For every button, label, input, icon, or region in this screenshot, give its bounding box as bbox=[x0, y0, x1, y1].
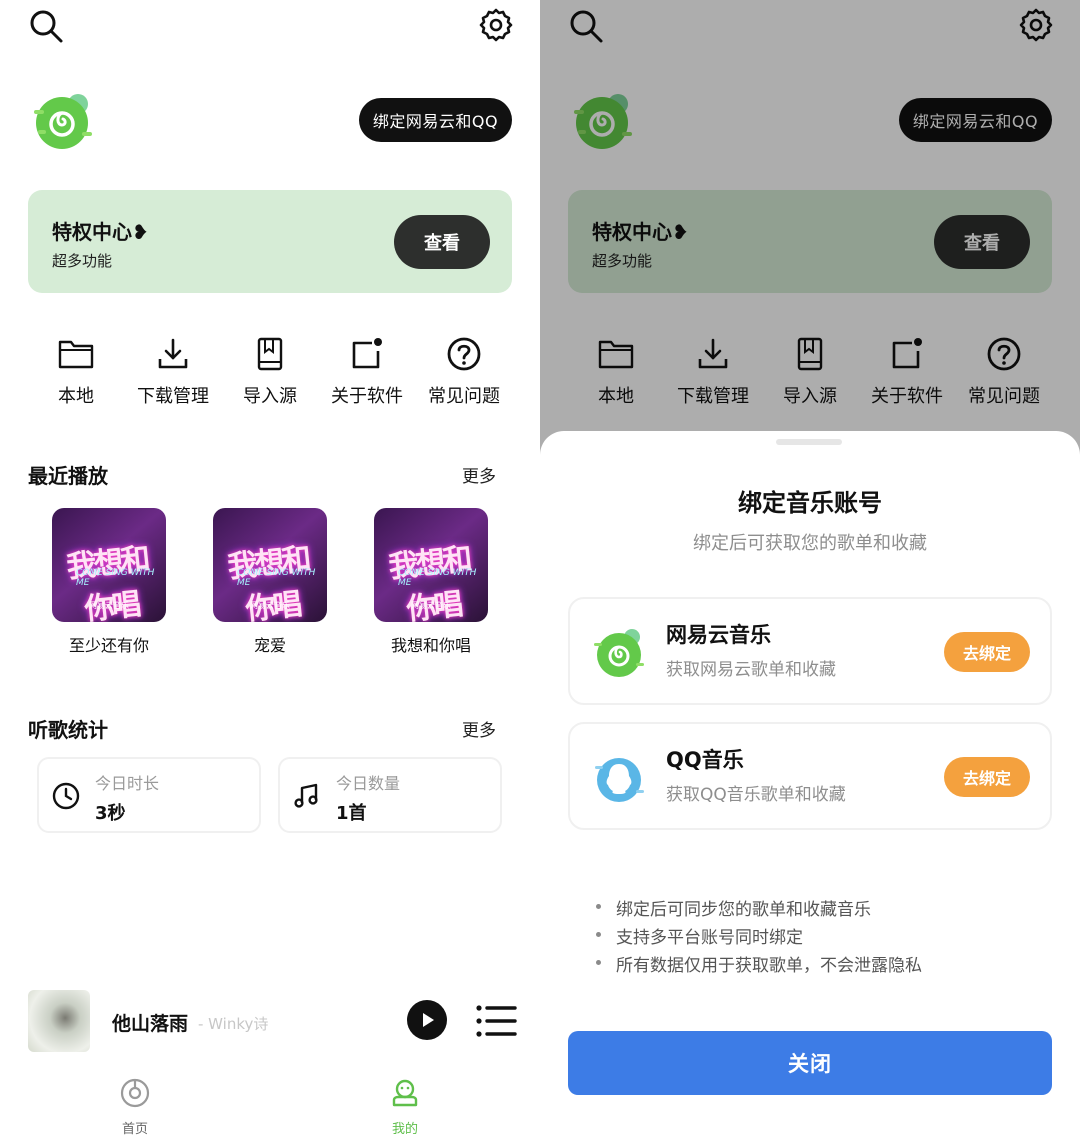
close-button[interactable]: 关闭 bbox=[568, 1031, 1052, 1095]
recent-album-card[interactable]: 我想和你唱 COME SING WITH ME 网易云音乐 至少还有你 bbox=[52, 508, 166, 658]
bind-account-screen: 绑定网易云和QQ 特权中心❥ 超多功能 查看 本地 下载管理 导入源 关于软件 … bbox=[540, 0, 1080, 1137]
now-playing-artist: - Winky诗 bbox=[198, 1015, 269, 1033]
quick-action-about[interactable]: 关于软件 bbox=[319, 330, 415, 420]
note-text: 支持多平台账号同时绑定 bbox=[616, 928, 803, 948]
cover-brand: 网易云音乐 bbox=[89, 601, 129, 610]
sheet-drag-handle[interactable] bbox=[776, 439, 842, 445]
playlist-icon[interactable] bbox=[474, 1001, 518, 1041]
album-name: 至少还有你 bbox=[68, 636, 149, 655]
view-privilege-button[interactable]: 查看 bbox=[394, 215, 490, 269]
account-desc: 获取网易云歌单和收藏 bbox=[666, 660, 836, 680]
folder-icon bbox=[56, 334, 96, 374]
tab-label: 首页 bbox=[121, 1122, 148, 1137]
sheet-subtitle: 绑定后可获取您的歌单和收藏 bbox=[693, 533, 927, 554]
now-playing-artwork bbox=[28, 990, 90, 1052]
album-name: 我想和你唱 bbox=[390, 636, 471, 655]
bind-account-sheet: 绑定音乐账号 绑定后可获取您的歌单和收藏 网易云音乐 获取网易云歌单和收藏 去绑… bbox=[540, 431, 1080, 1137]
profile-screen: 绑定网易云和QQ 特权中心❥ 超多功能 查看 本地 下载管理 导入源 关于软件 … bbox=[0, 0, 540, 1137]
stat-card-count: 今日数量 1首 bbox=[278, 757, 502, 833]
quick-actions: 本地 下载管理 导入源 关于软件 常见问题 bbox=[28, 330, 512, 420]
account-row-qq: QQ音乐 获取QQ音乐歌单和收藏 去绑定 bbox=[568, 722, 1052, 830]
quick-action-label: 导入源 bbox=[243, 386, 297, 407]
help-icon bbox=[444, 334, 484, 374]
bottom-tab-bar: 首页 我的 bbox=[0, 1068, 540, 1137]
privilege-subtitle: 超多功能 bbox=[52, 252, 113, 270]
stat-card-duration: 今日时长 3秒 bbox=[37, 757, 261, 833]
recent-played-title: 最近播放 bbox=[28, 464, 108, 488]
app-logo-icon bbox=[30, 92, 94, 152]
sheet-title: 绑定音乐账号 bbox=[738, 489, 882, 517]
qq-icon bbox=[592, 752, 646, 806]
gear-icon[interactable] bbox=[476, 5, 516, 45]
app-info-icon bbox=[347, 334, 387, 374]
stat-label: 今日时长 bbox=[95, 774, 160, 793]
netease-icon bbox=[592, 627, 646, 681]
quick-action-label: 本地 bbox=[58, 386, 94, 407]
cover-subtitle: COME SING WITH ME bbox=[237, 568, 316, 588]
account-row-netease: 网易云音乐 获取网易云歌单和收藏 去绑定 bbox=[568, 597, 1052, 705]
quick-action-label: 常见问题 bbox=[428, 386, 500, 407]
now-playing-title: 他山落雨 bbox=[112, 1013, 189, 1035]
account-name: 网易云音乐 bbox=[666, 623, 771, 647]
album-cover: 我想和你唱 COME SING WITH ME 网易云音乐 bbox=[52, 508, 166, 622]
cover-brand: 网易云音乐 bbox=[250, 601, 290, 610]
clock-icon bbox=[51, 781, 81, 811]
cover-subtitle: COME SING WITH ME bbox=[76, 568, 155, 588]
cover-brand: 网易云音乐 bbox=[411, 601, 451, 610]
top-bar bbox=[0, 0, 540, 60]
bind-notes-list: 绑定后可同步您的歌单和收藏音乐 支持多平台账号同时绑定 所有数据仅用于获取歌单，… bbox=[596, 895, 1056, 979]
list-item: 绑定后可同步您的歌单和收藏音乐 bbox=[596, 895, 1056, 923]
quick-action-label: 关于软件 bbox=[331, 386, 403, 407]
cover-subtitle: COME SING WITH ME bbox=[398, 568, 477, 588]
privilege-title: 特权中心❥ bbox=[52, 220, 149, 244]
mini-player[interactable]: 他山落雨 - Winky诗 bbox=[0, 985, 540, 1061]
bind-netease-button[interactable]: 去绑定 bbox=[944, 632, 1030, 672]
recent-more-link[interactable]: 更多 bbox=[462, 462, 496, 487]
book-icon bbox=[250, 334, 290, 374]
stats-more-link[interactable]: 更多 bbox=[462, 716, 496, 741]
album-cover: 我想和你唱 COME SING WITH ME 网易云音乐 bbox=[374, 508, 488, 622]
quick-action-label: 下载管理 bbox=[137, 386, 209, 407]
recent-album-card[interactable]: 我想和你唱 COME SING WITH ME 网易云音乐 我想和你唱 bbox=[374, 508, 488, 658]
quick-action-import-source[interactable]: 导入源 bbox=[222, 330, 318, 420]
download-icon bbox=[153, 334, 193, 374]
account-desc: 获取QQ音乐歌单和收藏 bbox=[666, 785, 846, 805]
play-icon[interactable] bbox=[407, 1000, 447, 1040]
listening-stats-title: 听歌统计 bbox=[28, 718, 108, 742]
tab-home[interactable]: 首页 bbox=[85, 1068, 185, 1137]
note-text: 绑定后可同步您的歌单和收藏音乐 bbox=[616, 900, 871, 920]
disc-icon bbox=[118, 1076, 152, 1110]
bind-accounts-button[interactable]: 绑定网易云和QQ bbox=[359, 98, 512, 142]
stat-value: 1首 bbox=[336, 803, 367, 824]
album-name: 宠爱 bbox=[253, 636, 286, 655]
user-face-icon bbox=[388, 1076, 422, 1110]
album-cover: 我想和你唱 COME SING WITH ME 网易云音乐 bbox=[213, 508, 327, 622]
quick-action-downloads[interactable]: 下载管理 bbox=[125, 330, 221, 420]
quick-action-local[interactable]: 本地 bbox=[28, 330, 124, 420]
search-icon[interactable] bbox=[26, 6, 66, 46]
account-name: QQ音乐 bbox=[666, 748, 744, 772]
list-item: 所有数据仅用于获取歌单，不会泄露隐私 bbox=[596, 951, 1056, 979]
tab-mine[interactable]: 我的 bbox=[355, 1068, 455, 1137]
bind-qq-button[interactable]: 去绑定 bbox=[944, 757, 1030, 797]
tab-label: 我的 bbox=[391, 1122, 418, 1137]
stat-label: 今日数量 bbox=[336, 774, 401, 793]
note-text: 所有数据仅用于获取歌单，不会泄露隐私 bbox=[616, 956, 922, 976]
recent-album-card[interactable]: 我想和你唱 COME SING WITH ME 网易云音乐 宠爱 bbox=[213, 508, 327, 658]
list-item: 支持多平台账号同时绑定 bbox=[596, 923, 1056, 951]
music-note-icon bbox=[292, 781, 322, 811]
stat-value: 3秒 bbox=[95, 803, 126, 824]
quick-action-faq[interactable]: 常见问题 bbox=[416, 330, 512, 420]
privilege-center-card[interactable]: 特权中心❥ 超多功能 查看 bbox=[28, 190, 512, 293]
